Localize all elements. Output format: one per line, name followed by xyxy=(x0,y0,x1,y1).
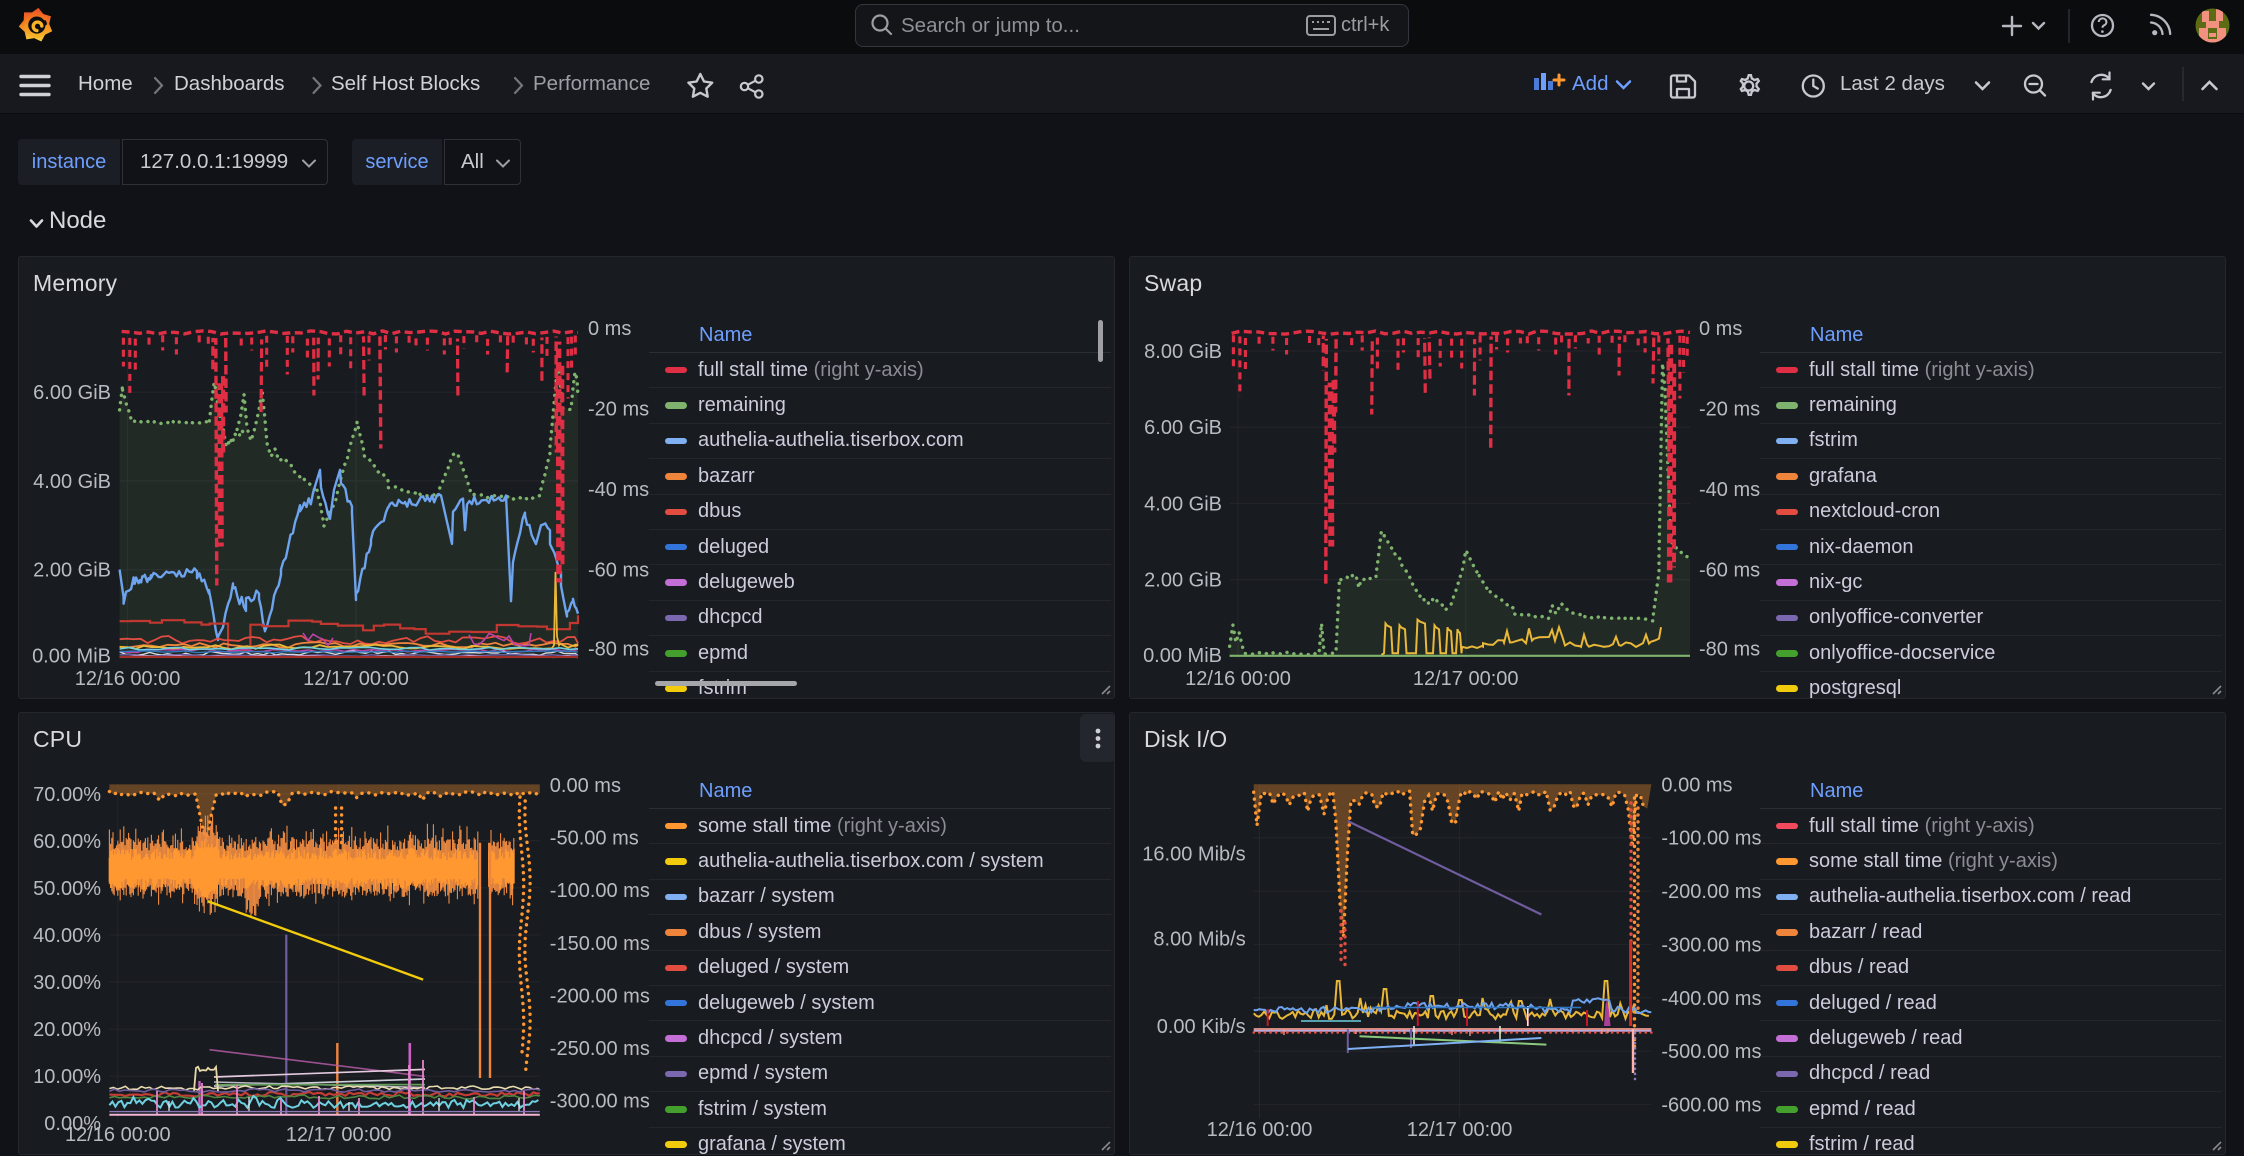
svg-text:12/17 00:00: 12/17 00:00 xyxy=(1407,1119,1513,1141)
svg-text:16.00 Mib/s: 16.00 Mib/s xyxy=(1142,844,1245,866)
svg-text:50.00%: 50.00% xyxy=(33,878,101,900)
svg-text:0.00 ms: 0.00 ms xyxy=(550,775,621,797)
svg-text:20.00%: 20.00% xyxy=(33,1019,101,1041)
svg-text:-100.00 ms: -100.00 ms xyxy=(1661,828,1761,850)
svg-text:-250.00 ms: -250.00 ms xyxy=(550,1038,650,1060)
svg-text:70.00%: 70.00% xyxy=(33,784,101,806)
svg-text:-60 ms: -60 ms xyxy=(1699,560,1760,582)
svg-text:12/16 00:00: 12/16 00:00 xyxy=(65,1124,171,1146)
svg-text:12/16 00:00: 12/16 00:00 xyxy=(1207,1119,1313,1141)
svg-text:-400.00 ms: -400.00 ms xyxy=(1661,988,1761,1010)
svg-text:-200.00 ms: -200.00 ms xyxy=(550,986,650,1008)
svg-text:4.00 GiB: 4.00 GiB xyxy=(33,471,111,493)
svg-text:-150.00 ms: -150.00 ms xyxy=(550,933,650,955)
svg-text:-300.00 ms: -300.00 ms xyxy=(550,1091,650,1113)
svg-text:-600.00 ms: -600.00 ms xyxy=(1661,1095,1761,1117)
svg-text:0.00 MiB: 0.00 MiB xyxy=(32,646,111,668)
svg-text:30.00%: 30.00% xyxy=(33,972,101,994)
svg-text:-40 ms: -40 ms xyxy=(588,479,649,501)
svg-text:-300.00 ms: -300.00 ms xyxy=(1661,934,1761,956)
svg-text:12/17 00:00: 12/17 00:00 xyxy=(286,1124,392,1146)
svg-text:4.00 GiB: 4.00 GiB xyxy=(1144,493,1222,515)
svg-text:2.00 GiB: 2.00 GiB xyxy=(33,560,111,582)
svg-text:-20 ms: -20 ms xyxy=(1699,399,1760,421)
svg-text:8.00 GiB: 8.00 GiB xyxy=(1144,341,1222,363)
svg-text:-60 ms: -60 ms xyxy=(588,560,649,582)
svg-text:0.00 Kib/s: 0.00 Kib/s xyxy=(1157,1016,1246,1038)
svg-text:6.00 GiB: 6.00 GiB xyxy=(33,382,111,404)
svg-text:6.00 GiB: 6.00 GiB xyxy=(1144,417,1222,439)
svg-text:2.00 GiB: 2.00 GiB xyxy=(1144,570,1222,592)
svg-text:-100.00 ms: -100.00 ms xyxy=(550,880,650,902)
svg-text:-20 ms: -20 ms xyxy=(588,399,649,421)
svg-text:12/16 00:00: 12/16 00:00 xyxy=(1185,668,1291,690)
svg-text:8.00 Mib/s: 8.00 Mib/s xyxy=(1153,929,1245,951)
svg-text:12/16 00:00: 12/16 00:00 xyxy=(75,668,181,690)
svg-text:12/17 00:00: 12/17 00:00 xyxy=(303,668,409,690)
svg-text:0 ms: 0 ms xyxy=(588,318,631,340)
svg-text:0 ms: 0 ms xyxy=(1699,318,1742,340)
svg-text:0.00 ms: 0.00 ms xyxy=(1661,774,1732,796)
svg-text:-500.00 ms: -500.00 ms xyxy=(1661,1041,1761,1063)
svg-text:-80 ms: -80 ms xyxy=(1699,639,1760,661)
svg-text:12/17 00:00: 12/17 00:00 xyxy=(1413,668,1519,690)
svg-text:-50.00 ms: -50.00 ms xyxy=(550,828,639,850)
svg-text:-40 ms: -40 ms xyxy=(1699,479,1760,501)
svg-text:0.00 MiB: 0.00 MiB xyxy=(1143,645,1222,667)
svg-text:60.00%: 60.00% xyxy=(33,831,101,853)
svg-text:-80 ms: -80 ms xyxy=(588,639,649,661)
svg-text:-200.00 ms: -200.00 ms xyxy=(1661,881,1761,903)
svg-text:40.00%: 40.00% xyxy=(33,925,101,947)
svg-text:10.00%: 10.00% xyxy=(33,1066,101,1088)
